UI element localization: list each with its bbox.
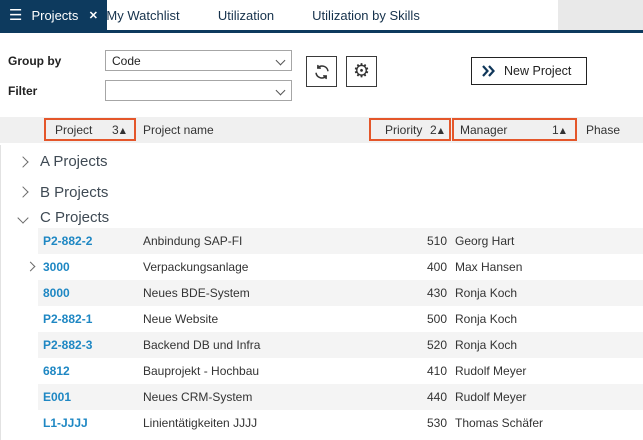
settings-button[interactable]: ⚙	[346, 56, 377, 87]
group-by-label: Group by	[8, 54, 62, 68]
chevron-down-icon	[275, 85, 286, 96]
table-row[interactable]: L1-JJJJ Linientätigkeiten JJJJ 530 Thoma…	[0, 410, 643, 436]
table-row[interactable]: 6812 Bauprojekt - Hochbau 410 Rudolf Mey…	[0, 358, 643, 384]
tab-utilization[interactable]: Utilization	[210, 0, 282, 30]
manager-cell: Georg Hart	[455, 234, 515, 248]
table-row[interactable]: 3000 Verpackungsanlage 400 Max Hansen	[0, 254, 643, 280]
table-row[interactable]: E001 Neues CRM-System 440 Rudolf Meyer	[0, 384, 643, 410]
column-header-project-name[interactable]: Project name	[143, 123, 214, 137]
table-body: P2-882-2 Anbindung SAP-FI 510 Georg Hart…	[0, 228, 643, 436]
project-code-link[interactable]: 6812	[38, 364, 138, 378]
priority-cell: 400	[426, 260, 447, 274]
chevron-right-icon[interactable]	[17, 155, 29, 168]
project-code-link[interactable]: P2-882-3	[38, 338, 138, 352]
project-name-cell: Neues BDE-System	[143, 286, 250, 300]
project-code-link[interactable]: L1-JJJJ	[38, 416, 138, 430]
group-row-b-projects[interactable]: B Projects	[0, 177, 643, 207]
tab-bar-filler	[558, 0, 643, 30]
group-label: B Projects	[40, 183, 109, 201]
tab-utilization-label: Utilization	[217, 7, 275, 23]
manager-cell: Ronja Koch	[455, 338, 518, 352]
tab-projects-label: Projects	[31, 7, 79, 23]
close-icon[interactable]: ✕	[89, 9, 98, 22]
priority-cell: 510	[426, 234, 447, 248]
group-by-select[interactable]: Code	[105, 50, 292, 71]
table-row[interactable]: P2-882-2 Anbindung SAP-FI 510 Georg Hart	[0, 228, 643, 254]
project-code-link[interactable]: P2-882-1	[38, 312, 138, 326]
project-code-link[interactable]: 3000	[38, 260, 138, 274]
priority-cell: 430	[426, 286, 447, 300]
manager-cell: Thomas Schäfer	[455, 416, 544, 430]
chevron-down-icon[interactable]	[17, 211, 29, 224]
manager-cell: Ronja Koch	[455, 312, 518, 326]
column-header-phase[interactable]: Phase	[586, 123, 620, 137]
refresh-icon	[314, 64, 329, 79]
project-code-link[interactable]: P2-882-2	[38, 234, 138, 248]
filter-select[interactable]	[105, 80, 292, 101]
priority-cell: 410	[426, 364, 447, 378]
new-project-label: New Project	[504, 64, 572, 78]
tab-utilization-by-skills-label: Utilization by Skills	[312, 7, 420, 23]
chevron-right-icon[interactable]	[25, 261, 36, 272]
tab-projects-active[interactable]: ☰ Projects ✕	[0, 0, 107, 30]
tab-utilization-by-skills[interactable]: Utilization by Skills	[300, 0, 432, 30]
filter-label: Filter	[8, 84, 38, 98]
chevron-right-icon[interactable]	[17, 186, 29, 198]
group-row-c-projects[interactable]: C Projects	[0, 207, 643, 228]
project-name-cell: Backend DB und Infra	[143, 338, 261, 352]
priority-cell: 500	[426, 312, 447, 326]
project-name-cell: Neues CRM-System	[143, 390, 253, 404]
refresh-button[interactable]	[306, 56, 337, 87]
projects-app: { "icons": { "menu": "☰", "close": "✕", …	[0, 0, 643, 440]
project-name-cell: Neue Website	[143, 312, 219, 326]
priority-cell: 530	[426, 416, 447, 430]
annotation-highlight-priority	[369, 118, 451, 141]
group-label: C Projects	[40, 209, 110, 226]
table-header: Project 3▲ Project name Priority 2▲ Mana…	[0, 117, 643, 143]
table-row[interactable]: 8000 Neues BDE-System 430 Ronja Koch	[0, 280, 643, 306]
chevron-down-icon	[275, 55, 286, 66]
annotation-highlight-project	[44, 118, 136, 141]
annotation-highlight-manager	[452, 118, 577, 141]
project-name-cell: Verpackungsanlage	[143, 260, 249, 274]
group-by-selected-value: Code	[112, 53, 141, 68]
menu-icon[interactable]: ☰	[9, 7, 22, 23]
manager-cell: Max Hansen	[455, 260, 523, 274]
project-name-cell: Bauprojekt - Hochbau	[143, 364, 260, 378]
project-code-link[interactable]: 8000	[38, 286, 138, 300]
manager-cell: Rudolf Meyer	[455, 364, 527, 378]
project-name-cell: Linientätigkeiten JJJJ	[143, 416, 258, 430]
priority-cell: 440	[426, 390, 447, 404]
group-label: A Projects	[40, 153, 108, 170]
table-row[interactable]: P2-882-3 Backend DB und Infra 520 Ronja …	[0, 332, 643, 358]
manager-cell: Rudolf Meyer	[455, 390, 527, 404]
tab-bar: ☰ Projects ✕ My Watchlist Utilization Ut…	[0, 0, 643, 33]
priority-cell: 520	[426, 338, 447, 352]
project-code-link[interactable]: E001	[38, 390, 138, 404]
table-row[interactable]: P2-882-1 Neue Website 500 Ronja Koch	[0, 306, 643, 332]
tab-my-watchlist[interactable]: My Watchlist	[98, 0, 188, 30]
gear-icon: ⚙	[352, 60, 371, 82]
group-row-a-projects[interactable]: A Projects	[0, 146, 643, 177]
manager-cell: Ronja Koch	[455, 286, 518, 300]
new-project-button[interactable]: New Project	[471, 57, 587, 85]
double-chevron-icon	[482, 65, 495, 77]
tab-my-watchlist-label: My Watchlist	[106, 7, 180, 23]
project-name-cell: Anbindung SAP-FI	[143, 234, 243, 248]
